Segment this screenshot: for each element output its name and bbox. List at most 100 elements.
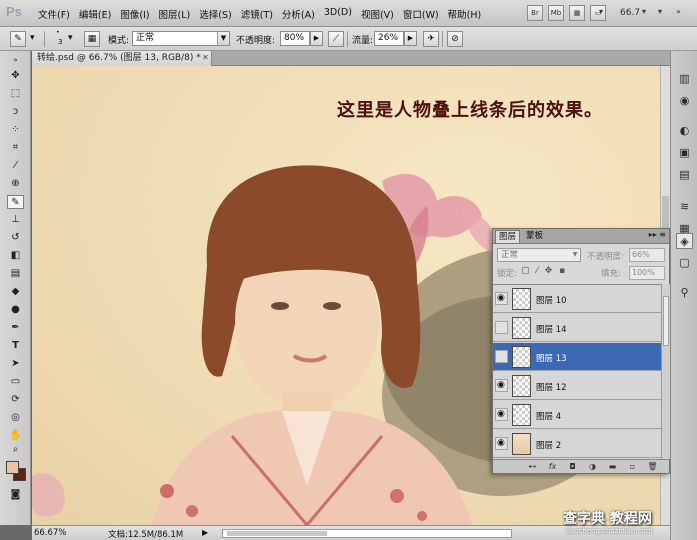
- move-tool-icon[interactable]: ✥: [7, 69, 24, 83]
- layer-row[interactable]: ◉ 图层 2: [493, 430, 661, 458]
- layer-style-icon[interactable]: fx: [547, 461, 558, 472]
- brush-preset-dropdown-icon[interactable]: ▾: [30, 33, 35, 43]
- histogram-icon[interactable]: ▥: [676, 71, 693, 87]
- shape-tool-icon[interactable]: ▭: [7, 375, 24, 389]
- layer-list-scrollbar[interactable]: [661, 284, 670, 459]
- history-brush-tool-icon[interactable]: ↺: [7, 231, 24, 245]
- minibridge-button[interactable]: Mb: [548, 5, 564, 21]
- pen-tool-icon[interactable]: ✒: [7, 321, 24, 335]
- brush-preset-icon[interactable]: ✎: [10, 31, 26, 47]
- menu-layer[interactable]: 图层(L): [159, 7, 191, 21]
- visibility-toggle[interactable]: ◉: [495, 437, 508, 450]
- zoom-level[interactable]: 66.7: [620, 8, 640, 18]
- menu-3d[interactable]: 3D(D): [324, 7, 352, 21]
- dodge-tool-icon[interactable]: ●: [7, 303, 24, 317]
- foreground-color-swatch[interactable]: [6, 461, 19, 474]
- eraser-tool-icon[interactable]: ◧: [7, 249, 24, 263]
- type-tool-icon[interactable]: T: [7, 339, 24, 353]
- scrollbar-thumb[interactable]: [663, 296, 669, 346]
- lock-icons[interactable]: ▢ ⁄ ✥ ▪: [521, 266, 567, 276]
- zoom-tool-icon[interactable]: ⌕: [7, 443, 24, 457]
- layer-row[interactable]: 图层 14: [493, 314, 661, 342]
- layer-row[interactable]: ◉ 图层 10: [493, 285, 661, 313]
- panel-menu-icon[interactable]: ▸▸ ≡: [649, 230, 666, 239]
- blend-mode-select[interactable]: 正常 ▼: [497, 248, 581, 262]
- paths-icon[interactable]: ⚲: [676, 285, 693, 301]
- layers-panel-icon[interactable]: ◈: [676, 233, 693, 249]
- menu-file[interactable]: 文件(F): [38, 7, 70, 21]
- tab-layers[interactable]: 图层: [495, 230, 521, 243]
- arrange-icon[interactable]: ▦: [569, 5, 585, 21]
- new-layer-icon[interactable]: ▫: [627, 461, 638, 472]
- new-group-icon[interactable]: ▬: [607, 461, 618, 472]
- menu-filter[interactable]: 滤镜(T): [241, 7, 273, 21]
- menu-analysis[interactable]: 分析(A): [282, 7, 315, 21]
- document-tab[interactable]: 转绘.psd @ 66.7% (图层 13, RGB/8) *: [32, 51, 212, 66]
- toolbox-collapse-icon[interactable]: »: [7, 53, 24, 67]
- status-menu-icon[interactable]: ▶: [202, 528, 208, 537]
- crop-tool-icon[interactable]: ⌗: [7, 141, 24, 155]
- airbrush-icon[interactable]: ✈: [423, 31, 439, 47]
- visibility-toggle[interactable]: ◉: [495, 408, 508, 421]
- eyedropper-tool-icon[interactable]: ⁄: [7, 159, 24, 173]
- opacity-slider-button[interactable]: ▶: [310, 31, 323, 46]
- visibility-toggle[interactable]: [495, 321, 508, 334]
- quick-mask-icon[interactable]: ◙: [7, 488, 24, 502]
- add-mask-icon[interactable]: ◘: [567, 461, 578, 472]
- menu-image[interactable]: 图像(I): [120, 7, 149, 21]
- blur-tool-icon[interactable]: ◆: [7, 285, 24, 299]
- marquee-tool-icon[interactable]: ⬚: [7, 87, 24, 101]
- flow-slider-button[interactable]: ▶: [404, 31, 417, 46]
- brush-panel-toggle-icon[interactable]: ▦: [84, 31, 100, 47]
- canvas-horizontal-scrollbar[interactable]: [222, 529, 512, 538]
- bridge-button[interactable]: Br: [527, 5, 543, 21]
- zoom-dropdown-icon[interactable]: ▾: [642, 7, 646, 16]
- layer-opacity-input[interactable]: 66%: [629, 248, 665, 262]
- info-icon[interactable]: ▤: [676, 167, 693, 183]
- menu-help[interactable]: 帮助(H): [448, 7, 482, 21]
- mode-select[interactable]: 正常 ▼: [132, 31, 230, 46]
- hand-tool-icon[interactable]: ✋: [7, 429, 24, 443]
- workspace-dropdown-icon[interactable]: ▾: [658, 7, 662, 16]
- quick-select-tool-icon[interactable]: ⁘: [7, 123, 24, 137]
- visibility-toggle[interactable]: [495, 350, 508, 363]
- fill-input[interactable]: 100%: [629, 266, 665, 280]
- visibility-toggle[interactable]: ◉: [495, 292, 508, 305]
- status-zoom[interactable]: 66.67%: [34, 528, 66, 538]
- adjustment-layer-icon[interactable]: ◑: [587, 461, 598, 472]
- layer-row-selected[interactable]: 图层 13: [493, 343, 661, 371]
- brush-size-dropdown-icon[interactable]: ▾: [68, 33, 73, 43]
- opacity-input[interactable]: 80%: [280, 31, 310, 46]
- workspace-menu-icon[interactable]: »: [676, 7, 681, 16]
- tablet-pressure-opacity-icon[interactable]: ⟋: [328, 31, 344, 47]
- lasso-tool-icon[interactable]: ↄ: [7, 105, 24, 119]
- layer-row[interactable]: ◉ 图层 4: [493, 401, 661, 429]
- scrollbar-thumb[interactable]: [227, 531, 327, 536]
- menu-window[interactable]: 窗口(W): [403, 7, 439, 21]
- menu-edit[interactable]: 编辑(E): [79, 7, 111, 21]
- visibility-toggle[interactable]: ◉: [495, 379, 508, 392]
- tab-masks[interactable]: 蒙板: [523, 230, 546, 243]
- menu-select[interactable]: 选择(S): [199, 7, 231, 21]
- link-layers-icon[interactable]: ⊷: [527, 461, 538, 472]
- 3d-rotate-tool-icon[interactable]: ⟳: [7, 393, 24, 407]
- tablet-pressure-size-icon[interactable]: ⊘: [447, 31, 463, 47]
- clone-stamp-tool-icon[interactable]: ⊥: [7, 213, 24, 227]
- brush-panel-icon[interactable]: ≋: [676, 199, 693, 215]
- delete-layer-icon[interactable]: 🗑: [647, 461, 658, 472]
- flow-input[interactable]: 26%: [374, 31, 404, 46]
- path-selection-tool-icon[interactable]: ➤: [7, 357, 24, 371]
- 3d-orbit-tool-icon[interactable]: ◎: [7, 411, 24, 425]
- adjustments-icon[interactable]: ◐: [676, 123, 693, 139]
- screen-mode-dropdown-icon[interactable]: ▾: [599, 7, 603, 16]
- channels-icon[interactable]: ▢: [676, 255, 693, 271]
- menu-view[interactable]: 视图(V): [361, 7, 394, 21]
- color-wheel-icon[interactable]: ◉: [676, 93, 693, 109]
- layer-row[interactable]: ◉ 图层 12: [493, 372, 661, 400]
- screen-mode-icon[interactable]: ▭: [590, 5, 606, 21]
- healing-brush-tool-icon[interactable]: ⊕: [7, 177, 24, 191]
- gradient-tool-icon[interactable]: ▤: [7, 267, 24, 281]
- close-icon[interactable]: ✕: [202, 53, 211, 62]
- brush-tool-icon[interactable]: ✎: [7, 195, 24, 209]
- masks-icon[interactable]: ▣: [676, 145, 693, 161]
